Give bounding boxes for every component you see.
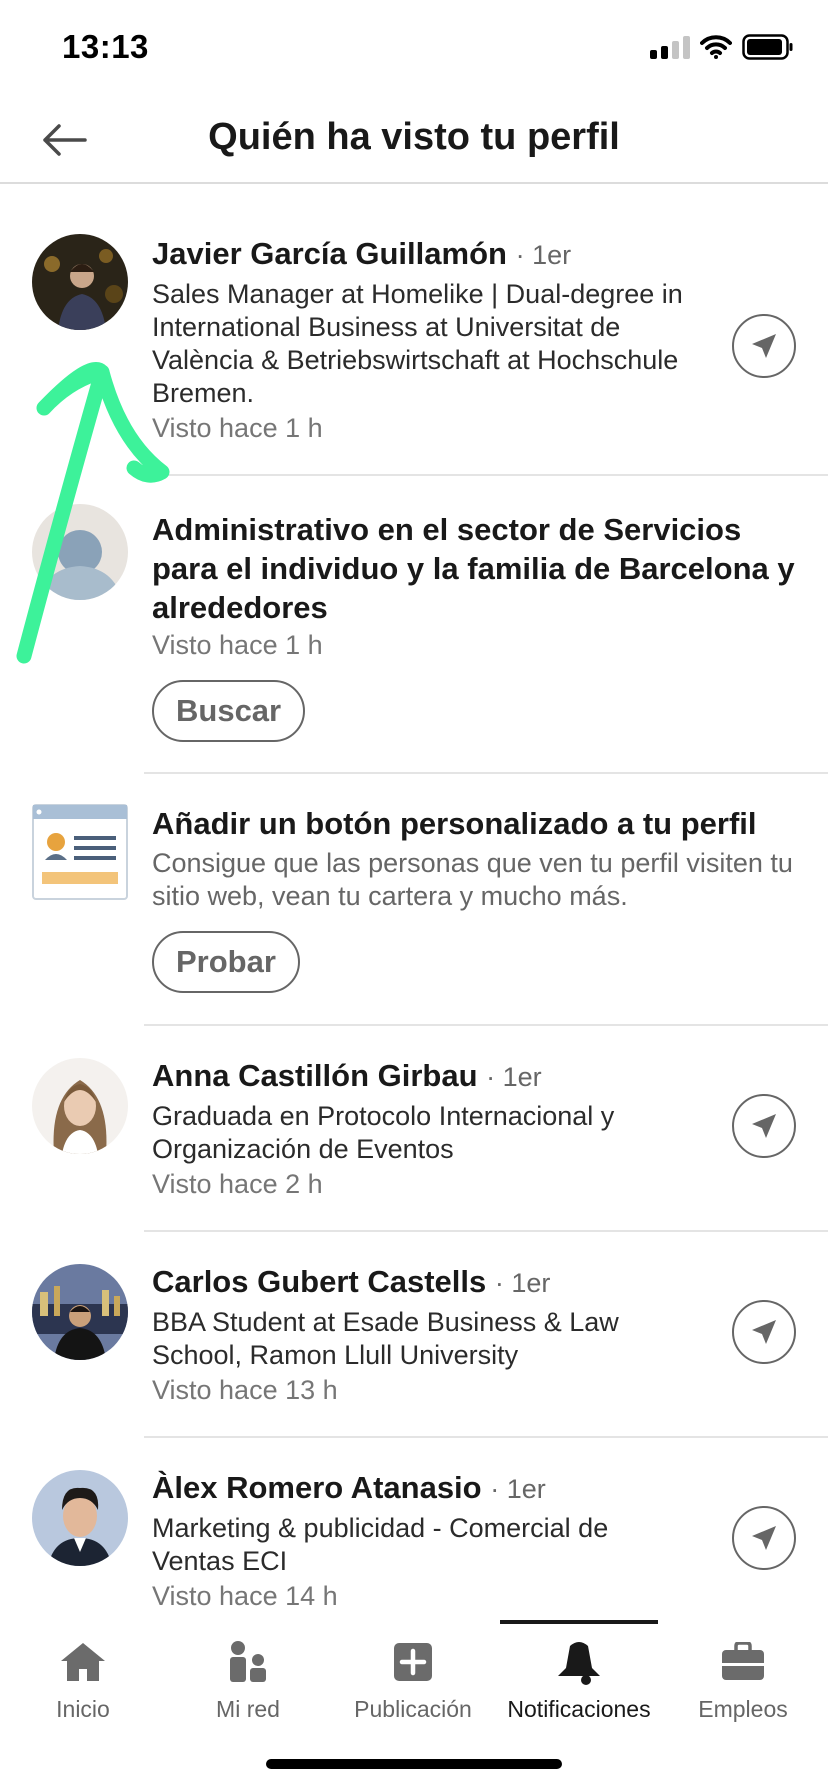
header: Quién ha visto tu perfil — [0, 100, 828, 184]
avatar[interactable] — [32, 1264, 128, 1360]
plus-square-icon — [330, 1636, 496, 1688]
anonymous-title: Administrativo en el sector de Servicios… — [152, 512, 795, 625]
viewer-info: Àlex Romero Atanasio · 1er Marketing & p… — [152, 1470, 698, 1613]
avatar[interactable] — [32, 1470, 128, 1566]
home-indicator — [266, 1759, 562, 1769]
viewer-info: Anna Castillón Girbau · 1er Graduada en … — [152, 1058, 698, 1201]
tab-mi-red[interactable]: Mi red — [165, 1636, 331, 1736]
send-icon — [752, 1526, 776, 1550]
battery-icon — [742, 34, 793, 60]
viewer-name[interactable]: Anna Castillón Girbau — [152, 1058, 478, 1093]
profile-card-icon — [32, 804, 128, 900]
active-tab-indicator — [500, 1620, 658, 1624]
viewer-headline: Graduada en Protocolo Internacional y Or… — [152, 1101, 615, 1164]
viewer-name[interactable]: Javier García Guillamón — [152, 236, 507, 271]
status-time: 13:13 — [62, 28, 149, 65]
viewer-item-carlos[interactable]: Carlos Gubert Castells · 1er BBA Student… — [0, 1230, 828, 1436]
viewed-time: Visto hace 1 h — [152, 630, 323, 660]
anonymous-avatar — [32, 504, 128, 600]
viewer-headline: BBA Student at Esade Business & Law Scho… — [152, 1307, 619, 1370]
tab-label: Publicación — [354, 1696, 472, 1722]
send-icon — [752, 1114, 776, 1138]
viewed-time: Visto hace 2 h — [152, 1169, 323, 1199]
send-message-button[interactable] — [732, 1300, 796, 1364]
promo-description: Consigue que las personas que ven tu per… — [152, 848, 793, 911]
page-title: Quién ha visto tu perfil — [208, 116, 620, 158]
viewer-name-line: Anna Castillón Girbau · 1er — [152, 1058, 698, 1094]
connection-degree: · 1er — [515, 240, 572, 270]
anonymous-info: Administrativo en el sector de Servicios… — [152, 510, 798, 742]
send-message-button[interactable] — [732, 1094, 796, 1158]
viewer-item-anna[interactable]: Anna Castillón Girbau · 1er Graduada en … — [0, 1024, 828, 1230]
tab-notificaciones[interactable]: Notificaciones — [496, 1636, 662, 1736]
tab-label: Notificaciones — [507, 1696, 651, 1722]
viewer-headline: Marketing & publicidad - Comercial de Ve… — [152, 1513, 609, 1576]
tab-inicio[interactable]: Inicio — [0, 1636, 166, 1736]
avatar[interactable] — [32, 1058, 128, 1154]
viewer-name[interactable]: Àlex Romero Atanasio — [152, 1470, 482, 1505]
tab-empleos[interactable]: Empleos — [660, 1636, 826, 1736]
tab-publicacion[interactable]: Publicación — [330, 1636, 496, 1736]
viewer-name-line: Carlos Gubert Castells · 1er — [152, 1264, 698, 1300]
avatar[interactable] — [32, 234, 128, 330]
try-button[interactable]: Probar — [152, 931, 300, 993]
people-icon — [165, 1636, 331, 1688]
viewer-list: Javier García Guillamón · 1er Sales Mana… — [0, 186, 828, 1642]
viewer-info: Javier García Guillamón · 1er Sales Mana… — [152, 236, 698, 445]
send-icon — [752, 1320, 776, 1344]
anonymous-viewer-item[interactable]: Administrativo en el sector de Servicios… — [0, 474, 828, 772]
viewed-time: Visto hace 14 h — [152, 1581, 338, 1611]
viewed-time: Visto hace 1 h — [152, 413, 323, 443]
send-message-button[interactable] — [732, 314, 796, 378]
send-message-button[interactable] — [732, 1506, 796, 1570]
tab-label: Empleos — [698, 1696, 788, 1722]
connection-degree: · 1er — [486, 1062, 542, 1092]
bell-icon — [496, 1636, 662, 1688]
connection-degree: · 1er — [494, 1268, 551, 1298]
viewer-name-line: Àlex Romero Atanasio · 1er — [152, 1470, 698, 1506]
briefcase-icon — [660, 1636, 826, 1688]
cellular-signal-icon — [650, 35, 690, 59]
viewer-name-line: Javier García Guillamón · 1er — [152, 236, 698, 272]
viewer-headline: Sales Manager at Homelike | Dual-degree … — [152, 279, 683, 408]
viewer-item-javier[interactable]: Javier García Guillamón · 1er Sales Mana… — [0, 186, 828, 474]
viewer-item-alex[interactable]: Àlex Romero Atanasio · 1er Marketing & p… — [0, 1436, 828, 1642]
connection-degree: · 1er — [490, 1474, 546, 1504]
wifi-icon — [700, 35, 732, 59]
home-icon — [0, 1636, 166, 1688]
custom-button-promo[interactable]: Añadir un botón personalizado a tu perfi… — [0, 772, 828, 1024]
tab-label: Mi red — [216, 1696, 280, 1722]
status-icons — [650, 34, 794, 60]
viewer-info: Carlos Gubert Castells · 1er BBA Student… — [152, 1264, 698, 1407]
send-icon — [752, 334, 776, 358]
promo-info: Añadir un botón personalizado a tu perfi… — [152, 804, 798, 993]
viewed-time: Visto hace 13 h — [152, 1375, 338, 1405]
viewer-name[interactable]: Carlos Gubert Castells — [152, 1264, 486, 1299]
status-bar: 13:13 — [0, 0, 828, 100]
tab-label: Inicio — [56, 1696, 110, 1722]
search-button[interactable]: Buscar — [152, 680, 306, 742]
promo-title: Añadir un botón personalizado a tu perfi… — [152, 806, 757, 841]
